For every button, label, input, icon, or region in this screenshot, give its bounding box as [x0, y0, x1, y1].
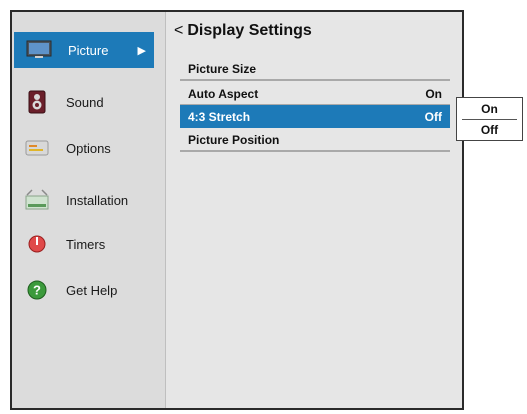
- menu-row-value: Off: [424, 109, 442, 124]
- row-divider: [180, 150, 450, 152]
- sidebar-item-get-help[interactable]: ? Get Help: [12, 272, 154, 308]
- display-settings-panel: < Display Settings Picture Size Auto Asp…: [166, 12, 462, 408]
- sidebar-item-sound[interactable]: Sound: [12, 84, 154, 120]
- sidebar-item-label: Sound: [66, 94, 104, 110]
- menu-row-picture-size[interactable]: Picture Size: [180, 58, 450, 81]
- menu-row-label: 4:3 Stretch: [188, 109, 251, 124]
- menu-row-picture-position[interactable]: Picture Position: [180, 129, 450, 152]
- menu-row-label: Auto Aspect: [188, 87, 259, 101]
- option-off[interactable]: Off: [457, 120, 522, 140]
- sidebar-item-installation[interactable]: Installation: [12, 182, 154, 218]
- stretch-options-popup: On Off: [456, 97, 523, 141]
- arrow-right-icon: ▶: [137, 44, 146, 57]
- sidebar-item-label: Options: [66, 140, 111, 156]
- sidebar-item-timers[interactable]: Timers: [12, 226, 154, 262]
- page-title: < Display Settings: [174, 22, 312, 40]
- timer-icon: [24, 233, 50, 255]
- sidebar-item-picture[interactable]: Picture ▶: [14, 32, 154, 68]
- svg-text:?: ?: [33, 283, 41, 298]
- sidebar-item-label: Get Help: [66, 282, 118, 298]
- speaker-icon: [24, 90, 50, 114]
- page-title-text: Display Settings: [187, 22, 312, 39]
- monitor-icon: [26, 39, 52, 61]
- menu-row-label: Picture Position: [188, 133, 280, 147]
- sidebar-item-label: Picture: [68, 42, 109, 58]
- back-button[interactable]: <: [174, 22, 183, 40]
- menu-row-4-3-stretch[interactable]: 4:3 Stretch Off: [180, 105, 450, 128]
- menu-row-value: On: [425, 87, 442, 101]
- row-divider: [180, 79, 450, 81]
- help-icon: ?: [24, 279, 50, 301]
- sidebar-item-options[interactable]: Options: [12, 130, 154, 166]
- sidebar: Picture ▶ Sound Options Installation Tim…: [12, 12, 166, 408]
- option-on[interactable]: On: [457, 99, 522, 119]
- options-icon: [24, 137, 50, 159]
- sidebar-item-label: Timers: [66, 236, 106, 252]
- menu-row-label: Picture Size: [188, 62, 257, 76]
- sidebar-item-label: Installation: [66, 192, 129, 208]
- menu-row-auto-aspect[interactable]: Auto Aspect On: [180, 83, 450, 106]
- tv-menu-frame: Picture ▶ Sound Options Installation Tim…: [10, 10, 464, 410]
- installation-icon: [24, 189, 50, 211]
